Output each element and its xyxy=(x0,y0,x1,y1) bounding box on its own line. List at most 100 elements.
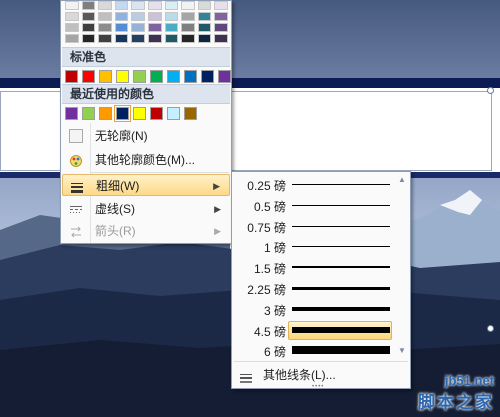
theme-shade-column xyxy=(181,1,195,43)
color-swatch[interactable] xyxy=(65,107,78,120)
color-swatch[interactable] xyxy=(181,12,195,21)
color-swatch[interactable] xyxy=(65,12,79,21)
color-swatch[interactable] xyxy=(184,70,197,83)
color-swatch[interactable] xyxy=(164,34,179,43)
color-swatch[interactable] xyxy=(181,1,195,10)
color-swatch[interactable] xyxy=(167,107,180,120)
color-swatch[interactable] xyxy=(150,70,163,83)
color-swatch[interactable] xyxy=(214,1,228,10)
palette-icon xyxy=(69,153,83,167)
color-swatch[interactable] xyxy=(114,34,129,43)
more-lines-item[interactable]: 其他线条(L)... xyxy=(233,364,409,386)
color-swatch[interactable] xyxy=(65,1,79,10)
color-swatch[interactable] xyxy=(114,23,129,32)
color-swatch[interactable] xyxy=(181,23,195,32)
weight-label: 0.5 磅 xyxy=(253,199,286,214)
color-swatch[interactable] xyxy=(98,34,112,43)
weight-label: 0.75 磅 xyxy=(247,220,286,235)
color-swatch[interactable] xyxy=(114,105,131,122)
color-swatch[interactable] xyxy=(131,23,145,32)
weight-preview-line xyxy=(292,184,390,185)
color-swatch[interactable] xyxy=(81,23,96,32)
color-swatch[interactable] xyxy=(147,23,162,32)
theme-shade-column xyxy=(98,1,112,43)
empty-swatch-icon xyxy=(69,129,83,143)
no-outline-item[interactable]: 无轮廓(N) xyxy=(62,125,230,147)
color-swatch[interactable] xyxy=(164,1,179,10)
theme-shade-column xyxy=(164,1,179,43)
color-swatch[interactable] xyxy=(147,12,162,21)
color-swatch[interactable] xyxy=(116,70,129,83)
resize-handle[interactable] xyxy=(487,325,494,332)
weight-option[interactable]: 6 磅 xyxy=(234,340,394,361)
color-swatch[interactable] xyxy=(114,1,129,10)
color-swatch[interactable] xyxy=(214,23,228,32)
color-swatch[interactable] xyxy=(214,34,228,43)
dashes-label: 虚线(S) xyxy=(95,202,135,216)
dashes-item[interactable]: 虚线(S) ▶ xyxy=(62,198,230,220)
color-swatch[interactable] xyxy=(218,70,231,83)
color-swatch[interactable] xyxy=(164,12,179,21)
color-swatch[interactable] xyxy=(184,107,197,120)
color-swatch[interactable] xyxy=(201,70,214,83)
color-swatch[interactable] xyxy=(147,1,162,10)
color-swatch[interactable] xyxy=(81,1,96,10)
weight-preview-line xyxy=(292,346,390,355)
color-swatch[interactable] xyxy=(81,34,96,43)
color-swatch[interactable] xyxy=(99,70,112,83)
submenu-arrow-icon: ▶ xyxy=(213,181,220,191)
color-swatch[interactable] xyxy=(65,70,78,83)
color-swatch[interactable] xyxy=(99,107,112,120)
resize-grip-icon[interactable]: •••• xyxy=(312,384,332,390)
weight-item[interactable]: 粗细(W) ▶ xyxy=(62,174,230,196)
color-swatch[interactable] xyxy=(131,12,145,21)
weight-option[interactable]: 1.5 磅 xyxy=(234,257,394,278)
scroll-up-icon[interactable]: ▲ xyxy=(395,173,409,187)
watermark-name: 脚本之家 xyxy=(418,393,494,412)
color-swatch[interactable] xyxy=(131,34,145,43)
theme-shade-column xyxy=(197,1,212,43)
weight-option[interactable]: 2.25 磅 xyxy=(234,278,394,299)
color-swatch[interactable] xyxy=(181,34,195,43)
line-style-icon xyxy=(239,369,253,383)
theme-color-shades xyxy=(64,1,229,43)
color-swatch[interactable] xyxy=(114,12,129,21)
color-swatch[interactable] xyxy=(197,1,212,10)
color-swatch[interactable] xyxy=(147,34,162,43)
weight-option[interactable]: 1 磅 xyxy=(234,236,394,257)
weight-option[interactable]: 0.75 磅 xyxy=(234,216,394,237)
resize-handle[interactable] xyxy=(487,87,494,94)
color-swatch[interactable] xyxy=(150,107,163,120)
color-swatch[interactable] xyxy=(98,1,112,10)
weight-option[interactable]: 0.25 磅 xyxy=(234,174,394,195)
weight-option[interactable]: 3 磅 xyxy=(234,299,394,320)
color-swatch[interactable] xyxy=(214,12,228,21)
color-swatch[interactable] xyxy=(65,23,79,32)
color-swatch[interactable] xyxy=(82,70,95,83)
standard-color-row xyxy=(65,70,231,83)
arrows-item[interactable]: 箭头(R) ▶ xyxy=(62,220,230,242)
weight-option[interactable]: 4.5 磅 xyxy=(234,320,394,341)
color-swatch[interactable] xyxy=(167,70,180,83)
color-swatch[interactable] xyxy=(133,70,146,83)
weight-label: 1 磅 xyxy=(263,241,286,256)
color-swatch[interactable] xyxy=(197,12,212,21)
color-swatch[interactable] xyxy=(197,34,212,43)
color-swatch[interactable] xyxy=(164,23,179,32)
theme-shade-column xyxy=(114,1,129,43)
weight-option[interactable]: 0.5 磅 xyxy=(234,195,394,216)
more-outline-colors-item[interactable]: 其他轮廓颜色(M)... xyxy=(62,149,230,171)
color-swatch[interactable] xyxy=(82,107,95,120)
submenu-scrollbar[interactable]: ▲ ▼ xyxy=(395,173,409,358)
theme-shade-column xyxy=(131,1,145,43)
color-swatch[interactable] xyxy=(98,12,112,21)
color-swatch[interactable] xyxy=(98,23,112,32)
more-outline-colors-label: 其他轮廓颜色(M)... xyxy=(95,153,195,167)
color-swatch[interactable] xyxy=(133,107,146,120)
color-swatch[interactable] xyxy=(81,12,96,21)
color-swatch[interactable] xyxy=(197,23,212,32)
color-swatch[interactable] xyxy=(65,34,79,43)
color-swatch[interactable] xyxy=(131,1,145,10)
weight-preview-line xyxy=(292,225,390,227)
scroll-down-icon[interactable]: ▼ xyxy=(395,344,409,358)
